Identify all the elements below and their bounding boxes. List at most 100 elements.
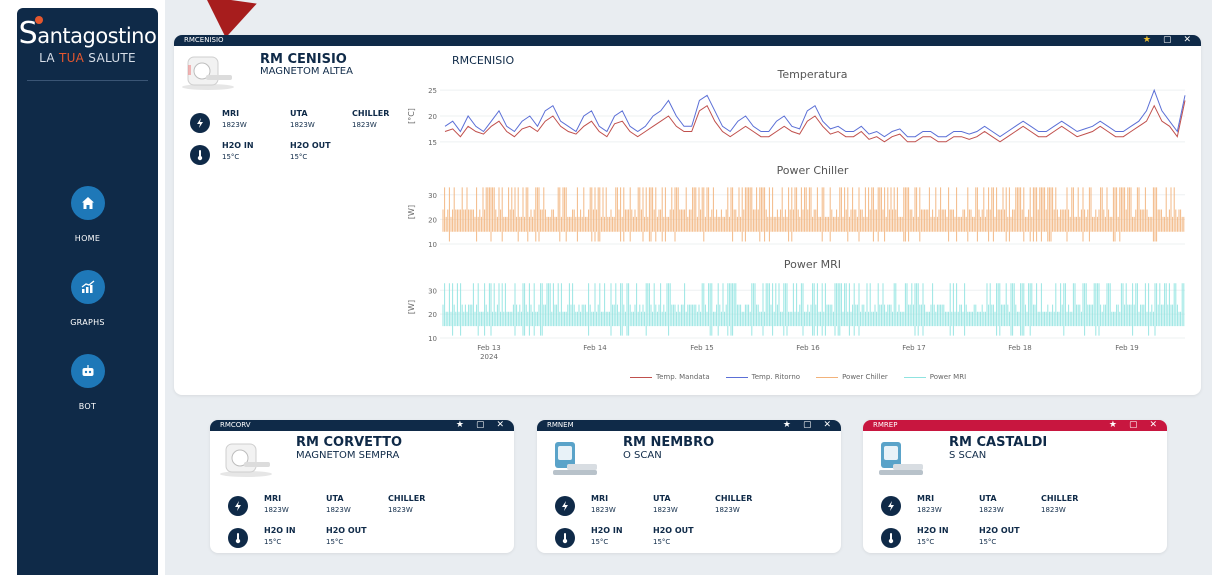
mri-machine-image <box>545 440 601 476</box>
chiller-value: 1823W <box>388 506 413 514</box>
y-axis-label: [W] <box>407 205 416 219</box>
machine-model: MAGNETOM SEMPRA <box>296 450 400 461</box>
h2o-in-label: H2O IN <box>917 526 949 535</box>
series-line <box>444 88 1186 138</box>
h2o-out-label: H2O OUT <box>326 526 367 535</box>
h2o-out-label: H2O OUT <box>979 526 1020 535</box>
machine-title: RM NEMBRO <box>623 435 715 450</box>
machine-card[interactable]: RMNEM ★ ▢ ✕ RM NEMBRO O SCAN MRI 1823W UTA 1823W C… <box>537 420 841 553</box>
card-header-title: RMNEM <box>547 421 574 429</box>
x-tick-label: 2024 <box>480 353 498 361</box>
legend-swatch <box>903 376 926 378</box>
thermometer-icon <box>555 528 575 548</box>
y-tick-label: 20 <box>428 311 437 319</box>
close-icon[interactable]: ✕ <box>1149 420 1157 431</box>
y-tick-label: 25 <box>428 87 437 95</box>
chiller-label: CHILLER <box>1041 494 1079 503</box>
card-header-title: RMREP <box>873 421 898 429</box>
h2o-in-value: 15°C <box>917 538 935 546</box>
y-tick-label: 15 <box>428 139 437 147</box>
subplot-title: Temperatura <box>777 68 848 81</box>
machine-title: RM CASTALDI <box>949 435 1048 450</box>
x-tick-label: Feb 13 <box>477 344 501 352</box>
machine-card[interactable]: RMREP ★ ▢ ✕ RM CASTALDI S SCAN MRI 1823W UTA 1823… <box>863 420 1167 553</box>
legend-label: Temp. Ritorno <box>751 373 801 381</box>
x-tick-label: Feb 19 <box>1115 344 1139 352</box>
power-icon <box>228 496 248 516</box>
chiller-value: 1823W <box>715 506 740 514</box>
x-tick-label: Feb 18 <box>1008 344 1032 352</box>
legend-swatch <box>725 376 748 378</box>
y-axis-label: [°C] <box>407 108 416 124</box>
series-trace <box>442 187 1185 242</box>
mri-value: 1823W <box>264 506 289 514</box>
uta-value: 1823W <box>653 506 678 514</box>
y-tick-label: 20 <box>428 113 437 121</box>
thermometer-icon <box>228 528 248 548</box>
close-icon[interactable]: ✕ <box>823 420 831 431</box>
h2o-in-value: 15°C <box>264 538 282 546</box>
machine-title: RM CORVETTO <box>296 435 403 450</box>
star-icon[interactable]: ★ <box>456 420 464 431</box>
uta-value: 1823W <box>979 506 1004 514</box>
mri-value: 1823W <box>917 506 942 514</box>
maximize-icon[interactable]: ▢ <box>476 420 485 431</box>
x-tick-label: Feb 17 <box>902 344 926 352</box>
subplot-title: Power MRI <box>784 258 841 271</box>
h2o-in-label: H2O IN <box>264 526 296 535</box>
close-icon[interactable]: ✕ <box>496 420 504 431</box>
mri-label: MRI <box>917 494 935 503</box>
y-tick-label: 30 <box>428 192 437 200</box>
y-axis-label: [W] <box>407 300 416 314</box>
mri-label: MRI <box>264 494 282 503</box>
app-root: Santagostino LA TUA SALUTE HOME GRAPHS B… <box>0 0 1212 575</box>
mri-value: 1823W <box>591 506 616 514</box>
legend-item: Power Chiller <box>816 373 888 381</box>
mri-machine-image <box>218 440 274 477</box>
mri-label: MRI <box>591 494 609 503</box>
legend-item: Power MRI <box>903 373 967 381</box>
y-tick-label: 30 <box>428 287 437 295</box>
uta-value: 1823W <box>326 506 351 514</box>
machine-model: O SCAN <box>623 450 662 461</box>
thermometer-icon <box>881 528 901 548</box>
uta-label: UTA <box>979 494 997 503</box>
legend-label: Temp. Mandata <box>656 373 710 381</box>
power-icon <box>555 496 575 516</box>
subplot-title: Power Chiller <box>777 164 849 177</box>
chiller-label: CHILLER <box>715 494 753 503</box>
mri-machine-image <box>871 440 927 476</box>
series-trace <box>442 283 1185 336</box>
h2o-out-label: H2O OUT <box>653 526 694 535</box>
star-icon[interactable]: ★ <box>1109 420 1117 431</box>
power-icon <box>881 496 901 516</box>
legend-swatch <box>816 376 839 378</box>
x-tick-label: Feb 14 <box>583 344 607 352</box>
legend-label: Power Chiller <box>842 373 888 381</box>
x-tick-label: Feb 16 <box>796 344 820 352</box>
card-header-title: RMCORV <box>220 421 251 429</box>
star-icon[interactable]: ★ <box>783 420 791 431</box>
uta-label: UTA <box>326 494 344 503</box>
chiller-value: 1823W <box>1041 506 1066 514</box>
machine-model: S SCAN <box>949 450 987 461</box>
maximize-icon[interactable]: ▢ <box>803 420 812 431</box>
maximize-icon[interactable]: ▢ <box>1129 420 1138 431</box>
h2o-out-value: 15°C <box>326 538 344 546</box>
y-tick-label: 10 <box>428 241 437 249</box>
chiller-label: CHILLER <box>388 494 426 503</box>
chart-legend: Temp. Mandata Temp. Ritorno Power Chille… <box>630 373 966 381</box>
machine-card[interactable]: RMCORV ★ ▢ ✕ RM CORVETTO MAGNETOM SEMPRA MRI 18… <box>210 420 514 553</box>
h2o-in-value: 15°C <box>591 538 609 546</box>
card-header: RMCORV ★ ▢ ✕ <box>210 420 514 431</box>
legend-label: Power MRI <box>929 373 967 381</box>
y-tick-label: 20 <box>428 216 437 224</box>
card-header: RMREP ★ ▢ ✕ <box>863 420 1167 431</box>
legend-item: Temp. Mandata <box>630 373 710 381</box>
uta-label: UTA <box>653 494 671 503</box>
x-tick-label: Feb 15 <box>690 344 714 352</box>
h2o-out-value: 15°C <box>653 538 671 546</box>
legend-swatch <box>630 376 652 378</box>
card-header: RMNEM ★ ▢ ✕ <box>537 420 841 431</box>
h2o-out-value: 15°C <box>979 538 997 546</box>
